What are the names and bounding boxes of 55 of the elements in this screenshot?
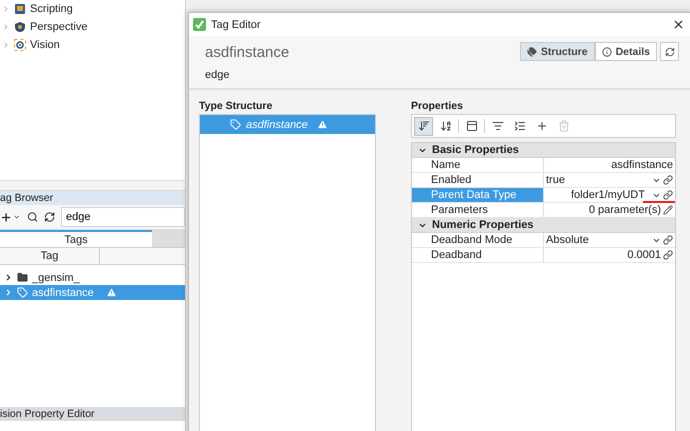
add-icon: [536, 120, 548, 132]
checkmark-logo-icon: [193, 18, 206, 31]
refresh-icon[interactable]: [44, 211, 56, 223]
view-toggle-button[interactable]: Structure: [520, 42, 595, 61]
tag-name: asdfinstance: [32, 286, 94, 298]
toolbar-button[interactable]: [414, 116, 433, 136]
collapse-list-icon: [514, 120, 526, 132]
window-title: Tag Editor: [211, 18, 261, 30]
property-value[interactable]: Absolute: [546, 234, 589, 246]
group-header[interactable]: Numeric Properties: [412, 218, 675, 233]
property-value[interactable]: folder1/myUDT: [570, 189, 645, 201]
property-value: 0.0001: [627, 249, 661, 261]
tag-path: edge: [205, 68, 230, 80]
eye-target-icon: [14, 39, 26, 51]
tree-item[interactable]: Vision: [30, 39, 60, 51]
link-icon: [663, 235, 673, 245]
tag-icon: [230, 119, 241, 130]
refresh-button[interactable]: [660, 42, 679, 61]
caret-icon[interactable]: [13, 213, 21, 221]
sort-alphabetical-icon: [440, 120, 452, 132]
panel-icon: [466, 120, 478, 132]
tab[interactable]: Tags: [0, 230, 152, 247]
search-field[interactable]: edge: [61, 207, 186, 227]
link-icon: [663, 175, 673, 185]
folder-icon: [17, 272, 28, 283]
property-value[interactable]: true: [546, 174, 565, 186]
view-toggle-button[interactable]: Details: [594, 42, 657, 61]
tag-row[interactable]: _gensim_: [0, 270, 185, 285]
section-label: Type Structure: [199, 100, 274, 112]
tag-name: _gensim_: [32, 272, 80, 284]
panel-title: ision Property Editor: [0, 407, 185, 421]
shield-icon: [14, 21, 26, 33]
info-icon: [602, 46, 612, 56]
group-header[interactable]: Basic Properties: [412, 143, 675, 158]
tags-icon: [526, 46, 537, 56]
add-icon[interactable]: [0, 210, 12, 224]
tag-name: asdfinstance: [205, 44, 290, 60]
panel-title: ag Browser: [0, 191, 185, 205]
search-icon[interactable]: [26, 211, 38, 223]
sort-icon: [418, 120, 430, 132]
section-label: Properties: [411, 100, 464, 112]
link-icon: [663, 250, 673, 260]
pencil-icon: [663, 205, 673, 215]
property-value: 0 parameter(s): [588, 204, 661, 216]
tree-item[interactable]: Perspective: [30, 21, 88, 33]
refresh-icon: [664, 46, 674, 56]
item-label: asdfinstance: [246, 118, 308, 130]
close-icon[interactable]: [672, 18, 685, 31]
property-value: asdfinstance: [611, 159, 673, 171]
trash-icon: [558, 120, 570, 132]
link-icon: [663, 190, 673, 200]
scroll-icon: [14, 3, 26, 15]
tree-item[interactable]: Scripting: [30, 3, 73, 15]
tag-icon: [17, 287, 28, 298]
expand-list-icon: [492, 120, 504, 132]
